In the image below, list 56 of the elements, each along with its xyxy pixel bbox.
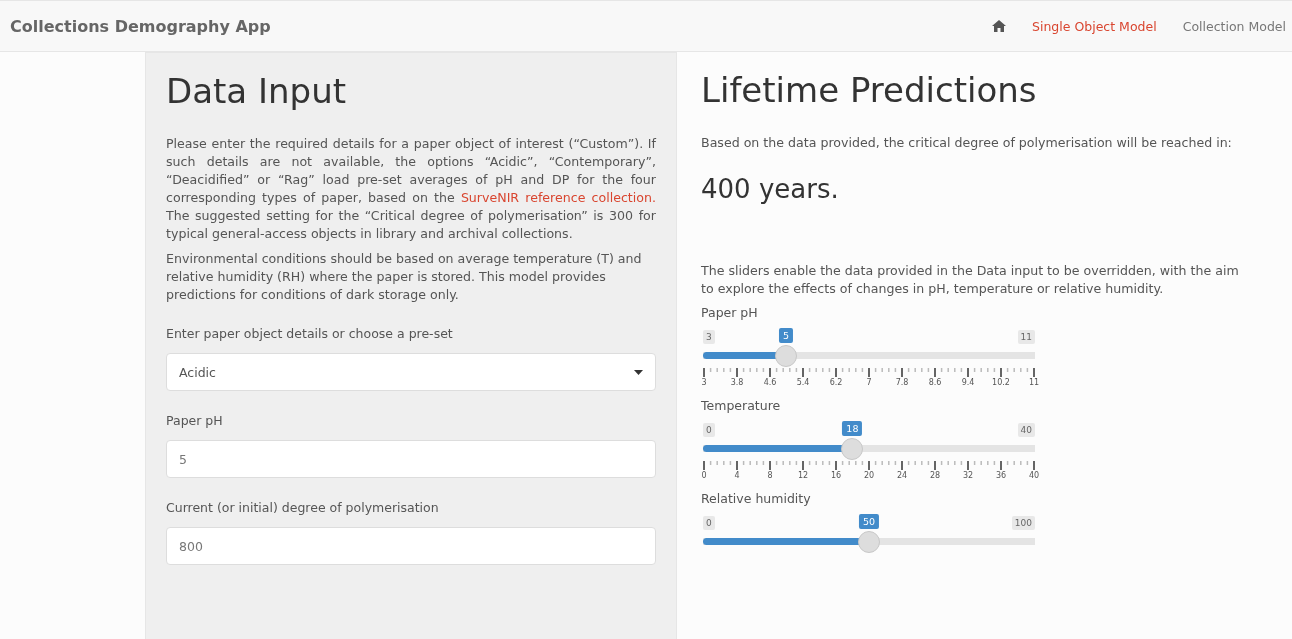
slider-label: Paper pH xyxy=(701,305,758,320)
tick-label: 7.8 xyxy=(895,378,909,387)
input-field[interactable]: 5 xyxy=(166,440,656,478)
slider-max: 100 xyxy=(1011,516,1035,530)
home-icon[interactable] xyxy=(992,20,1007,32)
slider-value: 18 xyxy=(842,421,863,436)
nav-link[interactable]: Collection Model xyxy=(1182,18,1286,34)
tick-label: 8 xyxy=(767,471,773,480)
environment-note: Environmental conditions should be based on average temperature (T) and relative humidity (RH) where the paper is stored. This model provides predictions for conditions of dark storage only. xyxy=(166,250,643,304)
tick-label: 28 xyxy=(929,471,941,480)
nav-link[interactable]: Single Object Model xyxy=(1032,18,1157,34)
field-label: Enter paper object details or choose a pre-set xyxy=(166,326,453,341)
tick-label: 9.4 xyxy=(961,378,975,387)
slider-max: 40 xyxy=(1017,423,1035,437)
tick-label: 0 xyxy=(701,471,707,480)
tick-label: 24 xyxy=(896,471,908,480)
slider-value: 5 xyxy=(779,328,793,343)
slider-handle[interactable] xyxy=(841,438,864,460)
panel-heading: Lifetime Predictions xyxy=(701,70,1038,110)
slider-min: 0 xyxy=(703,423,715,437)
preset-dropdown[interactable]: Acidic xyxy=(166,353,656,391)
tick-label: 4.6 xyxy=(763,378,777,387)
tick-label: 11 xyxy=(1028,378,1040,387)
tick-label: 3 xyxy=(701,378,707,387)
field-label: Paper pH xyxy=(166,413,223,428)
tick-label: 20 xyxy=(863,471,875,480)
slider-handle[interactable] xyxy=(775,345,797,367)
tick-label: 7 xyxy=(866,378,872,387)
slider-value: 50 xyxy=(858,514,880,529)
tick-label: 12 xyxy=(797,471,809,480)
slider-min: 3 xyxy=(703,330,715,344)
result-text: 400 years. xyxy=(701,174,839,204)
tick-label: 6.2 xyxy=(829,378,843,387)
lead-text: Based on the data provided, the critical degree of polymerisation will be reached in: xyxy=(701,134,1233,152)
reference-link[interactable]: SurveNIR reference collection. xyxy=(460,190,656,205)
slider-min: 0 xyxy=(703,516,715,530)
tick-label: 4 xyxy=(734,471,740,480)
slider-label: Relative humidity xyxy=(701,491,811,506)
slider-note: The sliders enable the data provided in the Data input to be overridden, with the aim to explore the effects of changes in pH, temperature or relative humidity. xyxy=(701,262,1240,298)
input-field[interactable]: 800 xyxy=(166,527,656,565)
panel-heading: Data Input xyxy=(166,71,348,111)
caret-icon xyxy=(634,369,643,375)
field-label: Current (or initial) degree of polymerisation xyxy=(166,500,439,515)
slider-max: 11 xyxy=(1017,330,1035,344)
tick-label: 16 xyxy=(830,471,842,480)
intro-paragraph: Please enter the required details for a paper object of interest (“Custom”). If such details are not available, the options “Acidic”, “Contemporary”, “Deacidified” or “Rag” load pre-set averages of pH and DP for the four corresponding types of paper, based on the SurveNIR reference collection. The suggested setting for the “Critical degree of polymerisation” is 300 for typical general-access objects in library and archival collections. xyxy=(166,135,656,243)
tick-label: 10.2 xyxy=(992,378,1010,387)
tick-label: 5.4 xyxy=(796,378,810,387)
tick-label: 8.6 xyxy=(928,378,942,387)
tick-label: 40 xyxy=(1028,471,1040,480)
slider-handle[interactable] xyxy=(858,531,880,553)
app-title: Collections Demography App xyxy=(10,16,271,36)
tick-label: 3.8 xyxy=(730,378,744,387)
slider-label: Temperature xyxy=(701,398,781,413)
tick-label: 36 xyxy=(995,471,1007,480)
tick-label: 32 xyxy=(962,471,974,480)
